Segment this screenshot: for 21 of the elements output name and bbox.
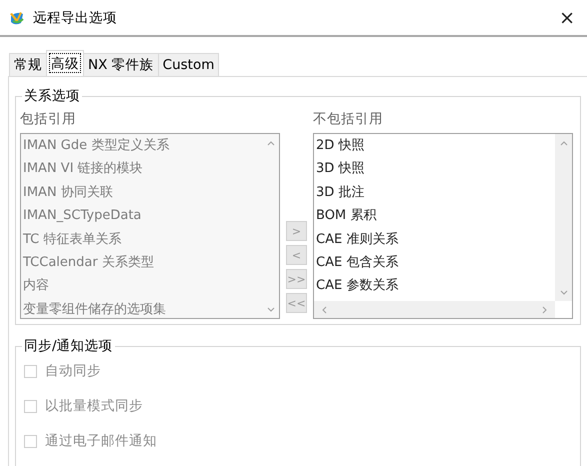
list-item[interactable]: 2D 快照 xyxy=(316,134,555,158)
list-label: 包括引用 xyxy=(20,110,77,129)
list-label: 不包括引用 xyxy=(313,110,384,129)
list-item[interactable]: CAE 准则关系 xyxy=(316,228,555,251)
tab[interactable]: Custom xyxy=(158,53,220,76)
reference-list[interactable]: 2D 快照 3D 快照 3D 批注 BOM 累积 CAE 准则关系 CAE 包含关系 CAE 参数关系 xyxy=(313,133,573,319)
horizontal-scrollbar[interactable] xyxy=(314,301,555,318)
group-title: 同步/通知选项 xyxy=(22,337,115,355)
list-item[interactable]: CAE 包含关系 xyxy=(316,250,555,274)
list-item[interactable]: CAE 参数关系 xyxy=(316,274,555,298)
app-logo-icon xyxy=(9,10,25,26)
group-title: 关系选项 xyxy=(22,87,82,105)
tab[interactable]: 常规 xyxy=(9,53,47,76)
list-item[interactable]: BOM 累积 xyxy=(316,204,555,228)
tab[interactable]: 高级 xyxy=(46,50,84,76)
vertical-scrollbar[interactable] xyxy=(555,134,572,301)
list-item[interactable]: 3D 批注 xyxy=(316,180,555,204)
tab[interactable]: NX 零件族 xyxy=(83,53,159,76)
close-button[interactable]: × xyxy=(555,6,579,28)
window-title: 远程导出选项 xyxy=(33,8,118,26)
list-item[interactable]: 3D 快照 xyxy=(316,157,555,181)
